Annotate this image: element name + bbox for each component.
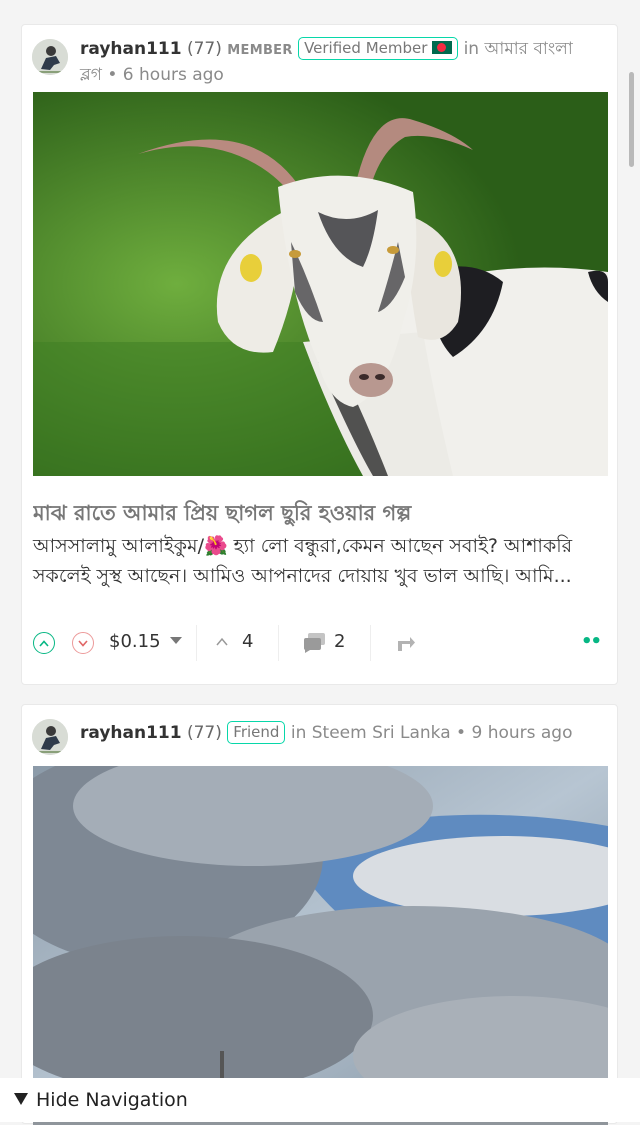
bangladesh-flag-icon [432,41,453,54]
friend-badge: Friend [227,721,286,744]
chevron-down-circle-icon[interactable] [72,632,94,654]
author-name[interactable]: rayhan111 [80,39,182,59]
payout-dropdown-icon[interactable] [170,637,182,644]
post-time: 6 hours ago [122,65,224,85]
author-reputation: (77) [186,39,222,59]
post-card: rayhan111 (77) Friend in Steem Sri Lanka… [21,704,618,1125]
verified-member-badge: Verified Member [298,37,459,60]
post-time: 9 hours ago [471,723,573,743]
triangle-down-icon [14,1093,28,1105]
reblog-icon[interactable] [395,634,417,654]
action-divider [278,625,279,661]
post-image[interactable] [33,92,608,476]
chevron-up-circle-icon[interactable] [33,632,55,654]
hide-navigation-button[interactable]: Hide Navigation [14,1089,188,1111]
hide-navigation-label: Hide Navigation [36,1089,188,1111]
avatar[interactable] [32,39,68,75]
author-name[interactable]: rayhan111 [80,723,182,743]
more-dots-icon[interactable]: •• [581,631,602,652]
community-prefix: in [290,723,307,743]
vote-count[interactable]: 4 [242,631,253,652]
community-link[interactable]: Steem Sri Lanka [312,723,451,743]
scrollbar[interactable] [629,72,634,167]
post-title[interactable]: মাঝ রাতে আমার প্রিয় ছাগল ছুরি হওয়ার গল… [33,499,603,527]
payout-amount[interactable]: $0.15 [109,631,161,652]
bottom-navigation-bar: Hide Navigation [0,1078,640,1122]
action-divider [370,625,371,661]
author-reputation: (77) [186,723,222,743]
avatar[interactable] [32,719,68,755]
post-card: rayhan111 (77) MEMBER Verified Member in… [21,24,618,685]
action-divider [196,625,197,661]
post-actions: $0.15 4 2 •• [33,623,608,663]
post-image[interactable] [33,766,608,1125]
chevron-up-icon[interactable] [216,636,228,648]
author-role: MEMBER [227,43,293,58]
comment-bubble-icon[interactable] [303,632,327,654]
post-excerpt[interactable]: আসসালামু আলাইকুম/🌺 হ্যা লো বন্ধুরা,কেমন … [33,531,593,591]
comment-count[interactable]: 2 [334,631,345,652]
community-prefix: in [463,39,480,59]
